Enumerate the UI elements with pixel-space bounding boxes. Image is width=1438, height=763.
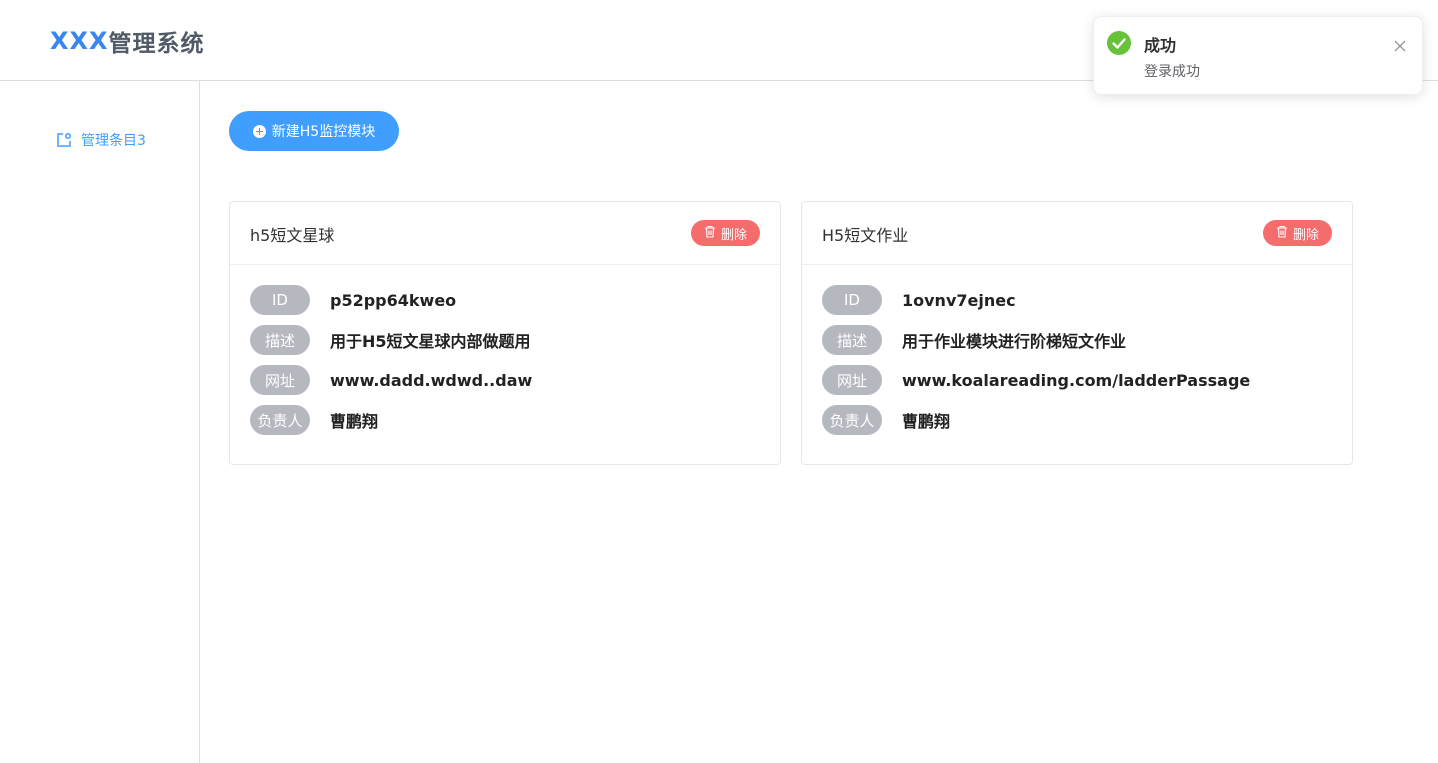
trash-icon bbox=[1276, 225, 1288, 242]
module-card: H5短文作业 删除 ID 1ovnv7ejnec 描述 用于作业模块进行阶梯短文… bbox=[801, 201, 1353, 465]
sidebar-item-manage-3[interactable]: 管理条目3 bbox=[55, 129, 146, 151]
field-row-url: 网址 www.dadd.wdwd..daw bbox=[250, 365, 760, 395]
plus-circle-icon bbox=[252, 124, 266, 138]
field-row-id: ID p52pp64kweo bbox=[250, 285, 760, 315]
card-header: H5短文作业 删除 bbox=[802, 202, 1352, 265]
field-row-description: 描述 用于H5短文星球内部做题用 bbox=[250, 325, 760, 355]
field-tag: ID bbox=[822, 285, 882, 315]
success-notification: 成功 登录成功 bbox=[1093, 16, 1423, 95]
logo-prefix: XXX bbox=[50, 27, 109, 55]
field-tag: 网址 bbox=[250, 365, 310, 395]
field-value: 用于H5短文星球内部做题用 bbox=[330, 332, 531, 351]
notification-message: 登录成功 bbox=[1144, 64, 1200, 80]
field-value: p52pp64kweo bbox=[330, 290, 457, 310]
field-tag: 负责人 bbox=[822, 405, 882, 435]
external-window-icon bbox=[55, 131, 73, 149]
field-value: www.dadd.wdwd..daw bbox=[330, 370, 533, 390]
new-button-label: 新建H5监控模块 bbox=[271, 124, 376, 140]
field-row-id: ID 1ovnv7ejnec bbox=[822, 285, 1332, 315]
logo-text: 管理系统 bbox=[108, 31, 205, 57]
trash-icon bbox=[704, 225, 716, 242]
main-content: 新建H5监控模块 h5短文星球 删除 ID p52pp64kweo 描述 用于H… bbox=[201, 81, 1438, 763]
field-row-url: 网址 www.koalareading.com/ladderPassage bbox=[822, 365, 1332, 395]
field-row-description: 描述 用于作业模块进行阶梯短文作业 bbox=[822, 325, 1332, 355]
delete-button[interactable]: 删除 bbox=[1263, 220, 1332, 246]
field-row-owner: 负责人 曹鹏翔 bbox=[822, 405, 1332, 435]
delete-label: 删除 bbox=[1292, 227, 1319, 243]
card-title: H5短文作业 bbox=[822, 226, 909, 245]
card-title: h5短文星球 bbox=[250, 226, 335, 245]
card-body: ID p52pp64kweo 描述 用于H5短文星球内部做题用 网址 www.d… bbox=[230, 265, 780, 465]
field-value: 曹鹏翔 bbox=[902, 412, 951, 431]
field-row-owner: 负责人 曹鹏翔 bbox=[250, 405, 760, 435]
app-logo[interactable]: XXX 管理系统 bbox=[50, 25, 205, 57]
success-check-icon bbox=[1107, 31, 1131, 55]
module-card: h5短文星球 删除 ID p52pp64kweo 描述 用于H5短文星球内部做题… bbox=[229, 201, 781, 465]
field-tag: 描述 bbox=[250, 325, 310, 355]
field-tag: ID bbox=[250, 285, 310, 315]
sidebar: 管理条目3 bbox=[0, 81, 200, 763]
card-header: h5短文星球 删除 bbox=[230, 202, 780, 265]
field-tag: 负责人 bbox=[250, 405, 310, 435]
delete-label: 删除 bbox=[720, 227, 747, 243]
new-h5-module-button[interactable]: 新建H5监控模块 bbox=[229, 111, 399, 151]
sidebar-item-label: 管理条目3 bbox=[81, 133, 146, 149]
field-value: 曹鹏翔 bbox=[330, 412, 379, 431]
notification-title: 成功 bbox=[1144, 36, 1177, 55]
field-value: 1ovnv7ejnec bbox=[902, 290, 1016, 310]
field-tag: 描述 bbox=[822, 325, 882, 355]
card-body: ID 1ovnv7ejnec 描述 用于作业模块进行阶梯短文作业 网址 www.… bbox=[802, 265, 1352, 465]
close-icon[interactable] bbox=[1394, 37, 1406, 52]
field-tag: 网址 bbox=[822, 365, 882, 395]
field-value: www.koalareading.com/ladderPassage bbox=[902, 370, 1251, 390]
delete-button[interactable]: 删除 bbox=[691, 220, 760, 246]
field-value: 用于作业模块进行阶梯短文作业 bbox=[902, 332, 1127, 351]
